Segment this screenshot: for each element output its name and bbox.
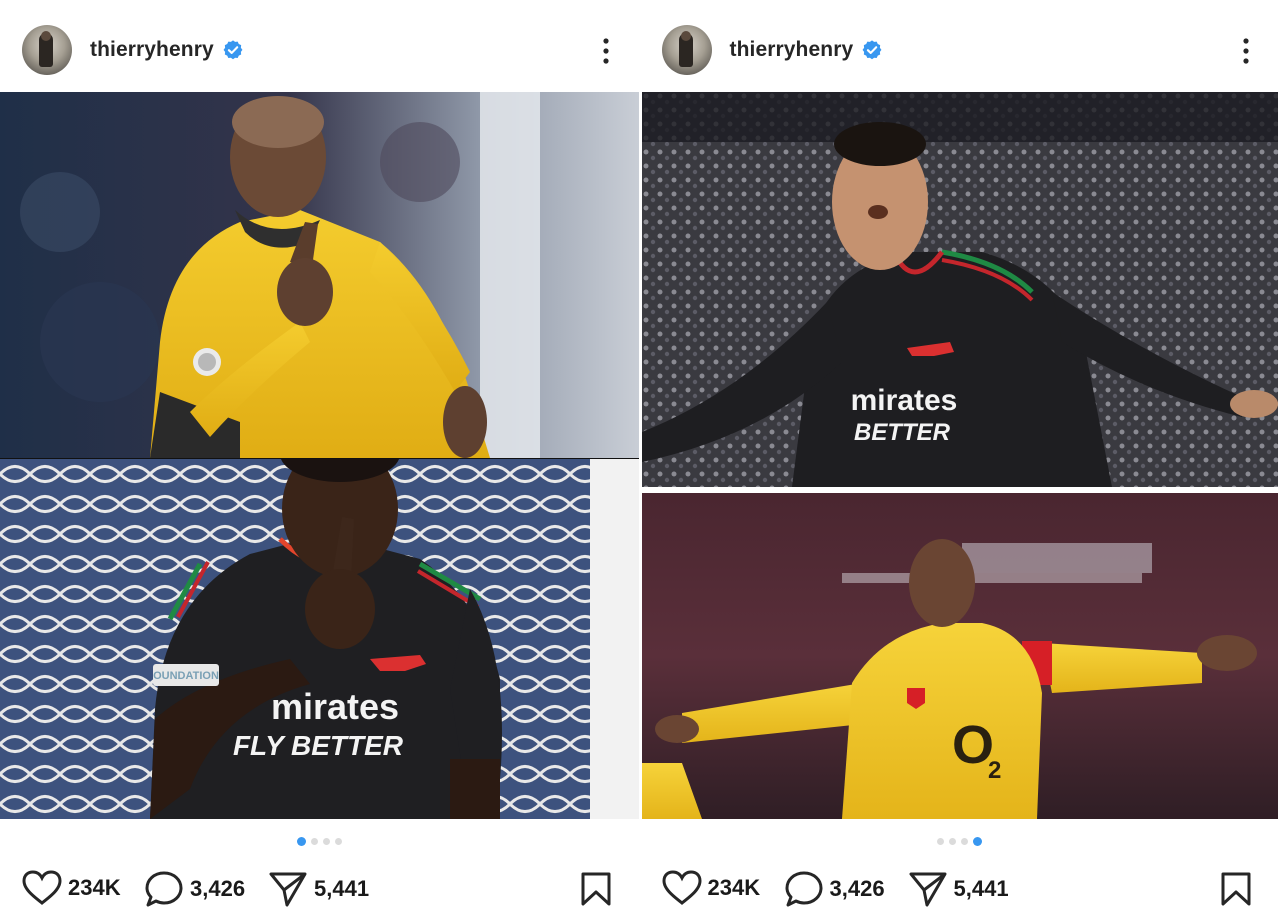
photo-panel-bottom: O 2 xyxy=(641,493,1278,819)
verified-badge-icon xyxy=(223,40,243,60)
comment-icon xyxy=(785,871,822,907)
avatar[interactable] xyxy=(661,25,712,75)
comment-count: 3,426 xyxy=(829,876,885,901)
shirt-sponsor-line1: mirates xyxy=(850,384,957,417)
post-actions-bar: 234K 3,426 5,441 xyxy=(640,865,1278,915)
carousel-dot-active xyxy=(972,837,982,846)
post-left: thierryhenry OUNDATION mirates FLY BETTE… xyxy=(0,0,639,917)
username-wrap: thierryhenry xyxy=(730,36,884,64)
comment-button[interactable]: 3,426 xyxy=(784,870,885,908)
carousel-dot-active xyxy=(297,837,306,846)
more-vertical-icon xyxy=(603,38,609,64)
carousel-dot xyxy=(335,838,342,845)
username-wrap: thierryhenry xyxy=(90,36,244,64)
bookmark-icon[interactable] xyxy=(1220,872,1252,906)
username[interactable]: thierryhenry xyxy=(730,36,854,64)
share-button[interactable]: 5,441 xyxy=(908,870,1009,908)
post-header: thierryhenry xyxy=(0,0,639,92)
shirt-sponsor-line1: mirates xyxy=(271,686,399,727)
share-count: 5,441 xyxy=(953,876,1009,901)
share-count: 5,441 xyxy=(314,876,370,901)
comment-count: 3,426 xyxy=(190,876,246,901)
heart-icon xyxy=(661,870,702,905)
verified-badge-icon xyxy=(862,40,882,60)
player-celebrate-dark-image: mirates BETTER xyxy=(641,92,1278,487)
send-icon xyxy=(909,872,946,907)
like-count: 234K xyxy=(707,875,761,900)
shirt-sponsor-2: 2 xyxy=(988,757,1001,784)
send-icon xyxy=(269,872,307,907)
player-shush-yellow-image xyxy=(0,92,639,458)
carousel-dot xyxy=(936,838,944,845)
carousel-indicator xyxy=(640,837,1278,846)
instagram-feed: thierryhenry OUNDATION mirates FLY BETTE… xyxy=(0,0,1278,917)
carousel-indicator xyxy=(0,837,639,846)
carousel-dot xyxy=(323,838,330,845)
like-count: 234K xyxy=(68,875,121,900)
carousel-dot xyxy=(960,838,968,845)
share-button[interactable]: 5,441 xyxy=(268,870,369,908)
carousel-dot xyxy=(311,838,318,845)
post-media[interactable]: mirates BETTER O 2 xyxy=(639,92,1278,819)
photo-panel-top xyxy=(0,92,639,458)
bookmark-icon[interactable] xyxy=(580,872,612,906)
player-celebrate-yellow-image: O 2 xyxy=(641,493,1278,819)
like-button[interactable]: 234K xyxy=(661,870,761,906)
shirt-sponsor-line2: FLY BETTER xyxy=(233,730,404,761)
like-button[interactable]: 234K xyxy=(22,870,121,906)
carousel-dot xyxy=(948,838,956,845)
sleeve-badge-text: OUNDATION xyxy=(153,670,219,682)
post-header: thierryhenry xyxy=(640,0,1278,92)
avatar[interactable] xyxy=(22,25,72,75)
more-options-button[interactable] xyxy=(591,36,621,66)
player-shush-dark-image: OUNDATION mirates FLY BETTER xyxy=(0,459,639,819)
post-right: thierryhenry mirates BETTER O 2 234K 3,4… xyxy=(638,0,1278,917)
photo-panel-top: mirates BETTER xyxy=(641,92,1278,487)
photo-panel-bottom: OUNDATION mirates FLY BETTER xyxy=(0,459,639,819)
post-actions-bar: 234K 3,426 5,441 xyxy=(0,865,639,915)
comment-button[interactable]: 3,426 xyxy=(144,870,245,908)
post-media[interactable]: OUNDATION mirates FLY BETTER xyxy=(0,92,639,819)
more-vertical-icon xyxy=(1242,38,1249,64)
comment-icon xyxy=(145,871,183,907)
shirt-sponsor-line2: BETTER xyxy=(854,419,951,446)
more-options-button[interactable] xyxy=(1231,36,1261,66)
heart-icon xyxy=(22,870,62,905)
username[interactable]: thierryhenry xyxy=(90,36,214,64)
